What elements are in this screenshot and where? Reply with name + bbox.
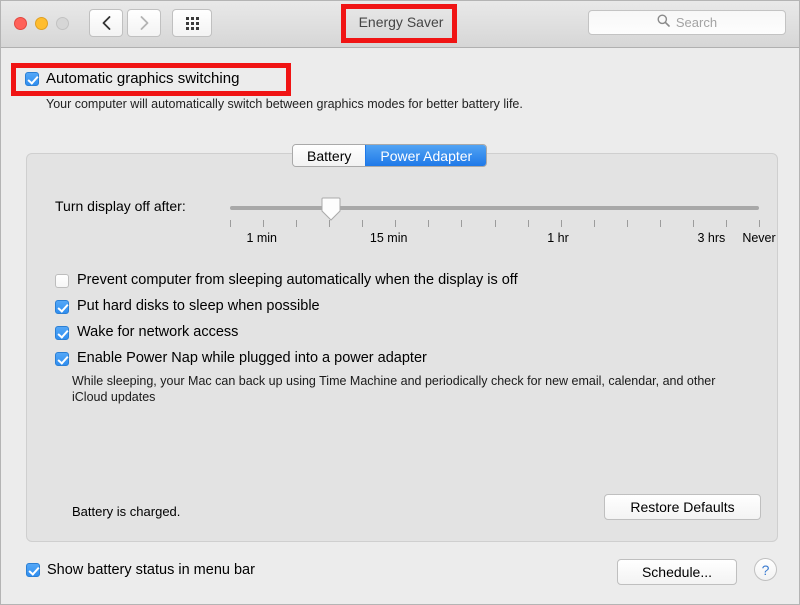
automatic-graphics-switching-row[interactable]: Automatic graphics switching bbox=[25, 70, 239, 87]
option-power-nap-label: Enable Power Nap while plugged into a po… bbox=[77, 350, 427, 366]
slider-tick bbox=[626, 220, 628, 227]
power-nap-description: While sleeping, your Mac can back up usi… bbox=[72, 374, 716, 404]
power-options-list: Prevent computer from sleeping automatic… bbox=[55, 272, 755, 376]
slider-tick bbox=[395, 220, 397, 227]
slider-tick bbox=[428, 220, 430, 227]
show-battery-status-checkbox[interactable] bbox=[26, 563, 40, 577]
settings-panel: Turn display off after: 1 min 15 min 1 hr 3… bbox=[26, 153, 778, 542]
show-battery-status-label: Show battery status in menu bar bbox=[47, 562, 255, 578]
display-sleep-slider-label: Turn display off after: bbox=[55, 198, 186, 214]
schedule-button[interactable]: Schedule... bbox=[617, 559, 737, 585]
power-source-tabs: Battery Power Adapter bbox=[292, 144, 488, 167]
slider-tick bbox=[659, 220, 661, 227]
option-power-nap-checkbox[interactable] bbox=[55, 352, 69, 366]
display-sleep-slider-ticks bbox=[230, 220, 760, 227]
slider-tick bbox=[362, 220, 364, 227]
slider-tick bbox=[230, 220, 231, 227]
slider-tick-label: 15 min bbox=[369, 231, 408, 245]
restore-defaults-button[interactable]: Restore Defaults bbox=[604, 494, 761, 520]
option-prevent-sleep-checkbox[interactable] bbox=[55, 274, 69, 288]
option-wake-network[interactable]: Wake for network access bbox=[55, 324, 755, 341]
option-wake-network-checkbox[interactable] bbox=[55, 326, 69, 340]
slider-tick bbox=[461, 220, 463, 227]
display-sleep-slider-track[interactable] bbox=[230, 206, 759, 210]
slider-tick bbox=[329, 220, 331, 227]
tab-battery[interactable]: Battery bbox=[293, 145, 366, 166]
automatic-graphics-switching-label: Automatic graphics switching bbox=[46, 70, 240, 87]
battery-status-text: Battery is charged. bbox=[72, 504, 181, 519]
slider-tick bbox=[560, 220, 562, 227]
slider-tick bbox=[527, 220, 529, 227]
window-titlebar: Energy Saver Search bbox=[1, 1, 799, 48]
energy-saver-window: Energy Saver Search Automatic graphics s… bbox=[0, 0, 800, 605]
option-prevent-sleep-label: Prevent computer from sleeping automatic… bbox=[77, 272, 518, 288]
search-input[interactable]: Search bbox=[588, 10, 786, 35]
display-sleep-slider-tick-labels: 1 min 15 min 1 hr 3 hrs Never bbox=[27, 231, 779, 247]
option-hard-disk-sleep-label: Put hard disks to sleep when possible bbox=[77, 298, 320, 314]
slider-tick-label: 3 hrs bbox=[697, 231, 726, 245]
slider-tick bbox=[759, 220, 760, 227]
option-wake-network-label: Wake for network access bbox=[77, 324, 239, 340]
slider-tick bbox=[494, 220, 496, 227]
display-sleep-slider-thumb[interactable] bbox=[321, 197, 341, 221]
search-placeholder: Search bbox=[675, 15, 718, 30]
search-icon bbox=[657, 14, 670, 32]
slider-tick bbox=[725, 220, 727, 227]
option-prevent-sleep[interactable]: Prevent computer from sleeping automatic… bbox=[55, 272, 755, 289]
option-hard-disk-sleep[interactable]: Put hard disks to sleep when possible bbox=[55, 298, 755, 315]
slider-tick-label: 1 min bbox=[246, 231, 278, 245]
slider-tick bbox=[263, 220, 265, 227]
slider-tick bbox=[296, 220, 298, 227]
tab-power-adapter[interactable]: Power Adapter bbox=[365, 145, 487, 166]
slider-tick bbox=[692, 220, 694, 227]
option-hard-disk-sleep-checkbox[interactable] bbox=[55, 300, 69, 314]
automatic-graphics-switching-checkbox[interactable] bbox=[25, 71, 39, 86]
automatic-graphics-switching-description: Your computer will automatically switch … bbox=[46, 97, 523, 111]
slider-tick bbox=[593, 220, 595, 227]
show-battery-status-row[interactable]: Show battery status in menu bar bbox=[26, 562, 255, 578]
slider-tick-label: 1 hr bbox=[547, 231, 569, 245]
slider-tick-label: Never bbox=[742, 231, 776, 245]
help-button[interactable]: ? bbox=[754, 558, 777, 581]
option-power-nap[interactable]: Enable Power Nap while plugged into a po… bbox=[55, 350, 755, 367]
